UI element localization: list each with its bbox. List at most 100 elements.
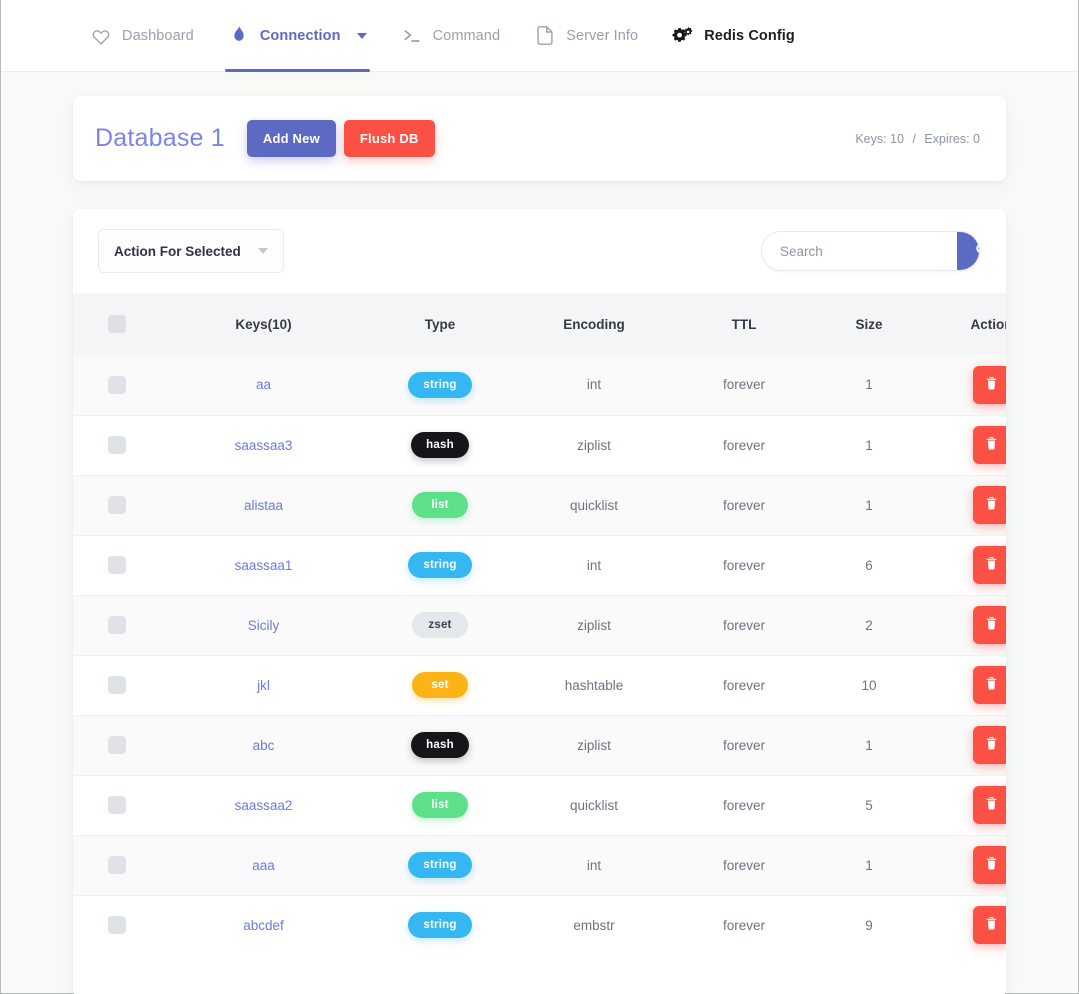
delete-row-button[interactable] — [972, 666, 1006, 704]
search-input[interactable] — [780, 232, 957, 270]
table-header-action: Action — [970, 316, 1007, 332]
keys-table-card: Action For Selected Search Keys(10) Type… — [73, 209, 1006, 994]
table-head: Keys(10) Type Encoding TTL Size Action — [73, 293, 1006, 355]
flush-db-button[interactable]: Flush DB — [343, 120, 435, 157]
nav-item-label: Command — [432, 27, 501, 44]
row-type-cell: string — [366, 535, 514, 595]
search-icon — [975, 242, 979, 260]
delete-row-button[interactable] — [972, 906, 1006, 945]
key-link[interactable]: saassaa2 — [235, 798, 293, 813]
table-row: alistaa list quicklist forever 1 — [73, 475, 1006, 535]
row-action-cell — [924, 655, 1006, 715]
row-action-cell — [924, 715, 1006, 775]
trash-icon — [984, 856, 999, 874]
row-checkbox[interactable] — [108, 916, 126, 935]
trash-icon — [984, 616, 999, 634]
nav-item-redis-config[interactable]: Redis Config — [655, 0, 812, 72]
table-toolbar: Action For Selected — [73, 209, 1006, 293]
document-icon — [534, 25, 556, 47]
key-link[interactable]: abcdef — [243, 918, 284, 933]
type-badge: string — [408, 371, 472, 398]
row-checkbox[interactable] — [108, 856, 126, 874]
row-key-cell: abc — [161, 715, 366, 775]
row-encoding-cell: hashtable — [564, 677, 624, 693]
table-body: aa string int forever 1 saassaa3 hash ziplist fo… — [73, 355, 1006, 955]
key-link[interactable]: aaa — [252, 858, 275, 873]
row-checkbox[interactable] — [108, 436, 126, 454]
key-link[interactable]: abc — [253, 738, 275, 753]
row-encoding-cell: ziplist — [577, 617, 611, 633]
row-key-cell: saassaa2 — [161, 775, 366, 835]
row-ttl-cell: forever — [722, 737, 766, 753]
table-row: saassaa3 hash ziplist forever 1 — [73, 415, 1006, 475]
chevron-down-icon[interactable] — [356, 32, 367, 39]
row-select-cell — [73, 475, 161, 535]
row-checkbox[interactable] — [108, 616, 126, 634]
stats-separator: / — [912, 131, 916, 146]
row-action-cell — [924, 415, 1006, 475]
row-type-cell: hash — [366, 715, 514, 775]
row-key-cell: aa — [161, 355, 366, 415]
action-for-selected-select[interactable]: Action For Selected — [98, 229, 284, 273]
row-encoding-cell: int — [586, 377, 602, 393]
row-action-cell — [924, 475, 1006, 535]
delete-row-button[interactable] — [972, 606, 1006, 644]
key-link[interactable]: saassaa1 — [235, 558, 293, 573]
row-ttl-cell: forever — [722, 557, 766, 573]
delete-row-button[interactable] — [972, 726, 1006, 764]
row-checkbox[interactable] — [108, 676, 126, 694]
row-key-cell: Sicily — [161, 595, 366, 655]
row-type-cell: set — [366, 655, 514, 715]
row-checkbox[interactable] — [108, 496, 126, 514]
add-new-button[interactable]: Add New — [246, 120, 336, 157]
table-row: aa string int forever 1 — [73, 355, 1006, 415]
table-header-select-all — [73, 293, 161, 355]
row-type-cell: string — [366, 835, 514, 895]
nav-item-label: Server Info — [566, 27, 639, 44]
row-select-cell — [73, 595, 161, 655]
row-encoding-cell: int — [586, 557, 602, 573]
row-size-cell: 1 — [865, 857, 873, 873]
page-content: Database 1 Add New Flush DB Keys: 10 / E… — [1, 72, 1078, 994]
key-link[interactable]: jkl — [257, 678, 270, 693]
row-checkbox[interactable] — [108, 736, 126, 754]
row-ttl-cell: forever — [722, 917, 766, 933]
search-button[interactable] — [957, 232, 979, 270]
row-ttl-cell: forever — [722, 857, 766, 873]
type-badge: list — [412, 792, 468, 818]
gears-icon — [672, 25, 694, 47]
nav-item-command[interactable]: Command — [384, 0, 518, 72]
row-checkbox[interactable] — [108, 796, 126, 814]
delete-row-button[interactable] — [972, 365, 1006, 404]
delete-row-button[interactable] — [972, 846, 1006, 884]
row-select-cell — [73, 415, 161, 475]
delete-row-button[interactable] — [972, 426, 1006, 464]
nav-item-server-info[interactable]: Server Info — [517, 0, 655, 72]
row-ttl-cell: forever — [722, 377, 766, 393]
table-row: jkl set hashtable forever 10 — [73, 655, 1006, 715]
nav-item-dashboard[interactable]: Dashboard — [73, 0, 211, 72]
row-checkbox[interactable] — [108, 375, 126, 394]
row-key-cell: jkl — [161, 655, 366, 715]
delete-row-button[interactable] — [972, 546, 1006, 584]
key-link[interactable]: alistaa — [244, 498, 283, 513]
nav-item-label: Dashboard — [122, 27, 194, 44]
row-checkbox[interactable] — [108, 556, 126, 574]
key-link[interactable]: Sicily — [248, 618, 280, 633]
table-header-ttl: TTL — [731, 316, 757, 332]
row-action-cell — [924, 775, 1006, 835]
select-all-checkbox[interactable] — [108, 315, 126, 333]
row-ttl-cell: forever — [722, 677, 766, 693]
active-tab-underline — [224, 68, 370, 72]
row-size-cell: 6 — [865, 557, 873, 573]
delete-row-button[interactable] — [972, 486, 1006, 524]
key-link[interactable]: saassaa3 — [235, 438, 293, 453]
type-badge: string — [408, 912, 472, 939]
nav-item-connection[interactable]: Connection — [211, 0, 384, 72]
trash-icon — [984, 376, 999, 394]
action-select-label: Action For Selected — [114, 243, 241, 259]
row-size-cell: 1 — [865, 377, 873, 393]
key-link[interactable]: aa — [256, 377, 271, 392]
flame-icon — [228, 25, 250, 47]
delete-row-button[interactable] — [972, 786, 1006, 824]
